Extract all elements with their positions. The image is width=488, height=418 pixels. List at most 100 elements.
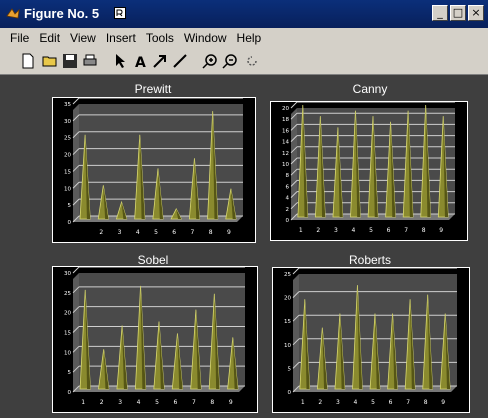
x-tick-label: 1 <box>301 399 305 406</box>
gridline-side <box>72 97 80 105</box>
y-tick-label: 15 <box>64 331 71 337</box>
chart-prewitt: 0 5 10 15 20 25 30 35 2 3 4 5 6 7 8 9 <box>64 97 243 236</box>
x-tick-label: 2 <box>316 227 320 234</box>
menu-tools[interactable]: Tools <box>146 31 174 45</box>
y-tick-label: 15 <box>64 169 71 175</box>
x-tick-label: 5 <box>155 399 159 406</box>
x-tick-label: 4 <box>354 399 358 406</box>
y-tick-label: 6 <box>286 184 290 190</box>
x-tick-label: 7 <box>192 399 196 406</box>
y-tick-label: 30 <box>64 271 71 277</box>
maximize-button[interactable]: □ <box>450 5 466 21</box>
new-file-icon[interactable] <box>20 53 36 69</box>
text-tool-icon[interactable]: A <box>132 53 148 69</box>
y-tick-label: 10 <box>64 186 71 192</box>
chart-title-prewitt: Prewitt <box>134 82 172 96</box>
y-tick-label: 0 <box>68 390 72 396</box>
x-tick-label: 3 <box>336 399 340 406</box>
menu-file[interactable]: File <box>10 31 29 45</box>
y-tick-label: 5 <box>288 366 292 372</box>
x-tick-label: 7 <box>191 229 195 236</box>
x-tick-label: 2 <box>100 399 104 406</box>
gridline-side <box>290 101 298 109</box>
gridline-side <box>292 267 300 275</box>
rotate-icon[interactable] <box>244 53 260 69</box>
figure-canvas: Prewitt Canny Sobel Roberts 0 5 10 15 20 25 30… <box>0 75 488 418</box>
menu-help[interactable]: Help <box>237 31 262 45</box>
zoom-out-icon[interactable] <box>222 53 238 69</box>
x-tick-label: 9 <box>441 399 445 406</box>
close-button[interactable]: × <box>468 5 484 21</box>
x-tick-label: 3 <box>118 229 122 236</box>
x-tick-label: 9 <box>229 399 233 406</box>
menu-edit[interactable]: Edit <box>39 31 60 45</box>
figure-badge-icon <box>114 7 126 19</box>
x-tick-label: 9 <box>227 229 231 236</box>
y-tick-label: 14 <box>282 140 289 146</box>
x-tick-label: 8 <box>422 227 426 234</box>
chart-title-sobel: Sobel <box>137 253 169 267</box>
chart-sobel: 0 5 10 15 20 25 30 1 2 3 4 5 6 7 8 9 <box>64 266 245 406</box>
line-tool-icon[interactable] <box>172 53 188 69</box>
menu-bar: File Edit View Insert Tools Window Help <box>0 28 488 49</box>
save-icon[interactable] <box>62 53 78 69</box>
y-tick-label: 10 <box>282 162 289 168</box>
x-tick-label: 1 <box>81 399 85 406</box>
gridline-side <box>72 266 80 274</box>
x-tick-label: 5 <box>154 229 158 236</box>
x-tick-label: 3 <box>118 399 122 406</box>
x-tick-label: 6 <box>389 399 393 406</box>
y-tick-label: 12 <box>282 151 289 157</box>
y-tick-label: 2 <box>286 207 290 213</box>
arrow-tool-icon[interactable] <box>152 53 168 69</box>
toolbar: A <box>0 48 488 75</box>
pointer-arrow-icon[interactable] <box>112 53 128 69</box>
minimize-button[interactable]: _ <box>432 5 448 21</box>
x-tick-label: 4 <box>352 227 356 234</box>
y-tick-label: 35 <box>64 102 71 108</box>
menu-view[interactable]: View <box>70 31 96 45</box>
y-tick-label: 0 <box>68 220 72 226</box>
axes-prewitt[interactable]: 0 5 10 15 20 25 30 35 2 3 4 5 6 7 8 9 <box>52 97 256 243</box>
y-tick-label: 0 <box>286 218 290 224</box>
axes-sobel[interactable]: 0 5 10 15 20 25 30 1 2 3 4 5 6 7 8 9 <box>52 266 258 413</box>
y-tick-label: 25 <box>284 272 291 278</box>
x-tick-label: 2 <box>99 229 103 236</box>
x-tick-label: 4 <box>137 399 141 406</box>
chart-canny: 024681012141618201 2 3 4 5 6 7 8 9 <box>282 101 455 234</box>
y-tick-label: 8 <box>286 173 290 179</box>
window-titlebar[interactable]: Figure No. 5 _ □ × <box>0 0 488 28</box>
chart-roberts: 0 5 10 15 20 25 1 2 3 4 5 6 7 8 9 <box>284 267 457 406</box>
svg-text:A: A <box>135 55 146 69</box>
y-tick-label: 20 <box>64 153 71 159</box>
y-tick-label: 20 <box>284 296 291 302</box>
plot-side-wall <box>293 274 299 392</box>
axes-canny[interactable]: 0 2 4 6 8 10 12 14 16 18 20 1 2 3 4 5 6 7 8 9 <box>270 101 468 241</box>
plot-side-wall <box>73 273 79 392</box>
y-tick-label: 30 <box>64 119 71 125</box>
y-tick-label: 16 <box>282 128 289 134</box>
x-tick-label: 9 <box>439 227 443 234</box>
y-tick-label: 20 <box>64 311 71 317</box>
y-tick-label: 15 <box>284 319 291 325</box>
x-tick-label: 1 <box>299 227 303 234</box>
y-tick-label: 0 <box>288 390 292 396</box>
y-tick-label: 10 <box>64 350 71 356</box>
y-tick-label: 18 <box>282 117 289 123</box>
chart-title-roberts: Roberts <box>348 253 392 267</box>
y-tick-label: 5 <box>68 370 72 376</box>
print-icon[interactable] <box>82 53 98 69</box>
menu-window[interactable]: Window <box>184 31 227 45</box>
open-folder-icon[interactable] <box>42 53 58 69</box>
menu-insert[interactable]: Insert <box>106 31 136 45</box>
y-tick-label: 10 <box>284 343 291 349</box>
y-tick-label: 4 <box>286 196 290 202</box>
y-tick-label: 25 <box>64 136 71 142</box>
y-tick-label: 5 <box>68 203 72 209</box>
x-tick-label: 7 <box>406 399 410 406</box>
zoom-in-icon[interactable] <box>202 53 218 69</box>
x-tick-label: 3 <box>334 227 338 234</box>
chart-title-canny: Canny <box>352 82 388 96</box>
y-tick-label: 25 <box>64 291 71 297</box>
axes-roberts[interactable]: 0 5 10 15 20 25 1 2 3 4 5 6 7 8 9 <box>272 267 470 413</box>
